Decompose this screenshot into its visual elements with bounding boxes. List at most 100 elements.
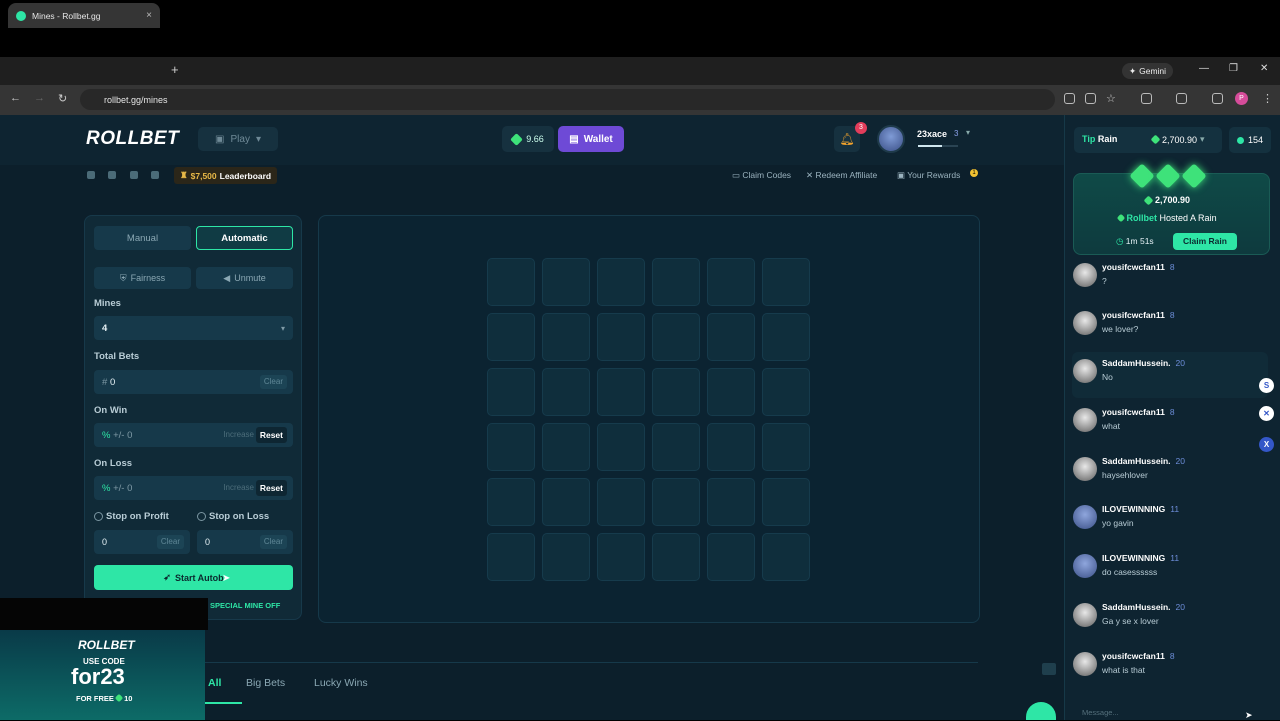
mine-tile[interactable] [762,368,810,416]
media-icon[interactable] [1212,93,1223,104]
start-autobet-button[interactable]: ➶ Start Autob [94,565,293,590]
clear-stop-loss-button[interactable]: Clear [259,535,287,549]
play-dropdown[interactable]: ▣ Play ▾ [198,127,278,151]
eye-off-icon[interactable] [1085,93,1096,104]
tab-big-bets[interactable]: Big Bets [246,677,285,689]
reload-icon[interactable]: ↻ [58,92,67,105]
mine-tile[interactable] [707,313,755,361]
avatar[interactable] [1073,603,1097,627]
avatar[interactable] [1073,311,1097,335]
mine-tile[interactable] [652,423,700,471]
chat-username[interactable]: yousifcwcfan11 8 [1102,651,1175,661]
user-avatar[interactable] [877,125,905,153]
fairness-button[interactable]: ⛨ Fairness [94,267,191,289]
new-tab-icon[interactable]: + [171,62,179,77]
avatar[interactable] [1073,505,1097,529]
chat-username[interactable]: yousifcwcfan11 8 [1102,262,1175,272]
discord-icon[interactable] [87,171,95,179]
chat-input[interactable]: Message... [1072,708,1270,720]
mine-tile[interactable] [487,423,535,471]
avatar[interactable] [1073,359,1097,383]
mine-tile[interactable] [542,423,590,471]
chat-username[interactable]: yousifcwcfan11 8 [1102,407,1175,417]
mine-tile[interactable] [652,313,700,361]
special-mine-toggle[interactable]: SPECIAL MINE OFF [210,601,280,610]
balance-display[interactable]: 9.66 [502,126,554,152]
mine-tile[interactable] [597,423,645,471]
kick-icon[interactable] [151,171,159,179]
stop-on-loss-input[interactable]: 0 Clear [197,530,293,554]
mine-tile[interactable] [707,478,755,526]
mine-tile[interactable] [652,368,700,416]
mine-tile[interactable] [762,478,810,526]
send-icon[interactable]: ➤ [1245,710,1253,721]
mine-tile[interactable] [707,368,755,416]
mine-tile[interactable] [597,533,645,581]
mine-tile[interactable] [542,533,590,581]
manual-tab[interactable]: Manual [94,226,191,250]
clear-stop-profit-button[interactable]: Clear [156,535,184,549]
sidepanel-icon[interactable] [1176,93,1187,104]
address-bar[interactable]: rollbet.gg/mines [80,89,1055,110]
total-bets-input[interactable]: # 0 Clear [94,370,293,394]
on-loss-input[interactable]: % +/- 0 Increase Reset [94,476,293,500]
chat-username[interactable]: SaddamHussein. 20 [1102,456,1185,466]
claim-codes-link[interactable]: ▭ Claim Codes [732,170,791,181]
browser-tab[interactable]: Mines - Rollbet.gg × [8,3,160,28]
redeem-affiliate-link[interactable]: ✕ Redeem Affiliate [806,170,877,181]
avatar[interactable] [1073,652,1097,676]
close-tab-icon[interactable]: × [146,10,152,21]
window-close-icon[interactable]: ✕ [1260,63,1268,74]
mine-tile[interactable] [487,258,535,306]
chat-toggle-icon[interactable] [1042,663,1056,675]
mine-tile[interactable] [542,313,590,361]
on-loss-increase-button[interactable]: Increase [220,481,257,495]
s-extension-icon[interactable]: S [1259,378,1274,393]
extensions-icon[interactable] [1141,93,1152,104]
tab-all[interactable]: All [208,677,221,689]
mine-tile[interactable] [542,368,590,416]
chat-username[interactable]: SaddamHussein. 20 [1102,358,1185,368]
wallet-button[interactable]: ▤ Wallet [558,126,624,152]
clear-total-bets-button[interactable]: Clear [259,375,287,389]
claim-rain-button[interactable]: Claim Rain [1173,233,1237,250]
mine-tile[interactable] [762,258,810,306]
leaderboard-link[interactable]: ♜ $7,500 Leaderboard [174,167,278,184]
stop-on-profit-input[interactable]: 0 Clear [94,530,190,554]
on-win-reset-button[interactable]: Reset [255,427,287,443]
mine-tile[interactable] [762,313,810,361]
mine-tile[interactable] [597,368,645,416]
profile-avatar[interactable]: P [1235,92,1248,105]
x-twitter-icon[interactable] [130,171,138,179]
mine-tile[interactable] [652,478,700,526]
mine-tile[interactable] [487,368,535,416]
mine-tile[interactable] [762,423,810,471]
mine-tile[interactable] [487,533,535,581]
password-icon[interactable] [1064,93,1075,104]
on-win-input[interactable]: % +/- 0 Increase Reset [94,423,293,447]
mine-tile[interactable] [487,313,535,361]
mine-tile[interactable] [542,478,590,526]
x-extension-icon[interactable]: ✕ [1259,406,1274,421]
youtube-icon[interactable] [108,171,116,179]
on-loss-reset-button[interactable]: Reset [255,480,287,496]
mine-tile[interactable] [597,258,645,306]
username[interactable]: 23xace [917,129,947,139]
mine-tile[interactable] [707,423,755,471]
restore-icon[interactable]: ❐ [1229,63,1238,74]
mine-tile[interactable] [652,258,700,306]
mine-tile[interactable] [707,258,755,306]
forward-icon[interactable]: → [34,92,45,104]
bookmark-star-icon[interactable]: ☆ [1106,92,1116,105]
avatar[interactable] [1073,408,1097,432]
mines-select[interactable]: 4 ▾ [94,316,293,340]
mine-tile[interactable] [597,478,645,526]
user-menu-chevron-icon[interactable]: ▾ [966,128,970,137]
mine-tile[interactable] [542,258,590,306]
automatic-tab[interactable]: Automatic [196,226,293,250]
gemini-button[interactable]: ✦ Gemini [1122,63,1174,79]
unmute-button[interactable]: ◀ Unmute [196,267,293,289]
back-icon[interactable]: ← [10,92,21,104]
avatar[interactable] [1073,554,1097,578]
mine-tile[interactable] [652,533,700,581]
